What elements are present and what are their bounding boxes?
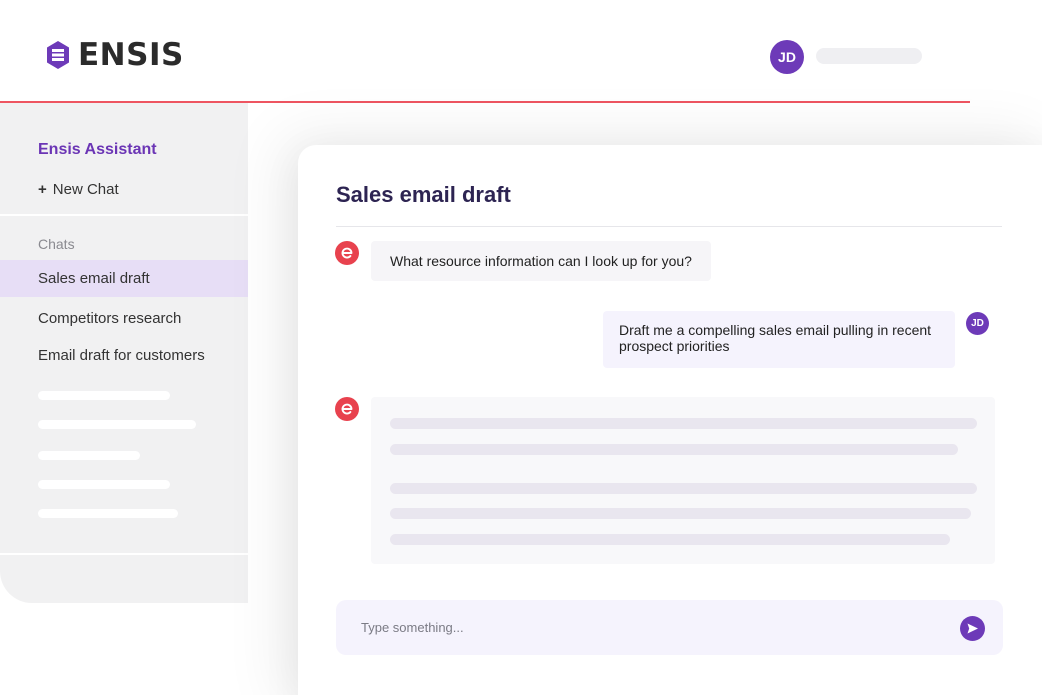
assistant-response-loading [371, 397, 995, 564]
send-icon [967, 623, 978, 634]
user-name-placeholder [816, 48, 922, 64]
sidebar-item-label: Competitors research [38, 310, 182, 327]
ensis-logo[interactable]: ENSIS [46, 37, 184, 73]
sidebar-item-placeholder [38, 509, 178, 518]
sidebar-item-placeholder [38, 451, 140, 460]
chat-title-divider [336, 226, 1002, 227]
message-input[interactable] [361, 600, 921, 655]
loading-line [390, 483, 977, 494]
chat-panel: Sales email draft What resource informat… [298, 145, 1042, 695]
assistant-icon [335, 397, 359, 421]
brand-name: ENSIS [78, 37, 184, 73]
sidebar-item-placeholder [38, 480, 170, 489]
send-button[interactable] [960, 616, 985, 641]
sidebar-divider [0, 214, 248, 216]
ensis-e-icon [341, 403, 353, 415]
sidebar-item-competitors-research[interactable]: Competitors research [0, 300, 248, 337]
chat-title: Sales email draft [336, 182, 511, 207]
assistant-message: What resource information can I look up … [371, 241, 711, 281]
ensis-e-icon [341, 247, 353, 259]
chats-section-label: Chats [38, 236, 75, 252]
app-root: ENSIS JD Ensis Assistant + New Chat Chat… [0, 0, 1042, 695]
sidebar-title[interactable]: Ensis Assistant [38, 141, 157, 159]
message-composer [336, 600, 1003, 655]
sidebar-item-sales-email-draft[interactable]: Sales email draft [0, 260, 248, 297]
loading-line [390, 444, 958, 455]
new-chat-button[interactable]: + New Chat [38, 181, 119, 198]
sidebar-item-email-draft-for-customers[interactable]: Email draft for customers [0, 337, 248, 374]
sidebar-item-placeholder [38, 391, 170, 400]
user-avatar[interactable]: JD [770, 40, 804, 74]
sidebar: Ensis Assistant + New Chat Chats Sales e… [0, 103, 248, 603]
loading-line [390, 534, 950, 545]
user-message-avatar: JD [966, 312, 989, 335]
sidebar-item-label: Sales email draft [38, 270, 150, 287]
sidebar-item-placeholder [38, 420, 196, 429]
new-chat-label: New Chat [52, 181, 119, 198]
sidebar-divider [0, 553, 248, 555]
sidebar-item-label: Email draft for customers [38, 347, 205, 364]
plus-icon: + [38, 181, 47, 198]
assistant-icon [335, 241, 359, 265]
loading-line [390, 418, 977, 429]
ensis-logo-icon [47, 41, 69, 69]
loading-line [390, 508, 971, 519]
user-message: Draft me a compelling sales email pullin… [603, 311, 955, 368]
